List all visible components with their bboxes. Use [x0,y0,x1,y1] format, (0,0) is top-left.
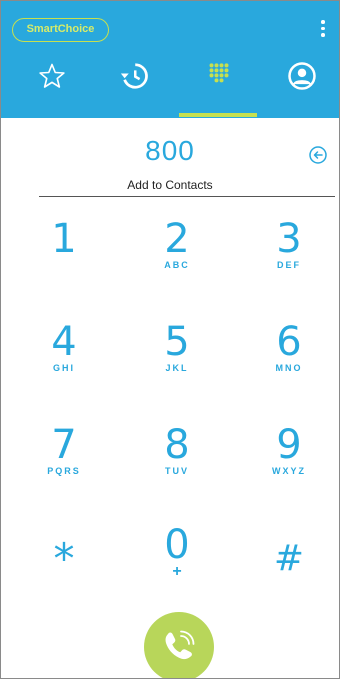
call-button[interactable] [144,612,214,678]
dialed-number: 800 [145,135,195,166]
key-3[interactable]: 3 DEF [249,219,329,299]
key-8[interactable]: 8 TUV [137,425,217,505]
tab-contacts[interactable] [287,61,327,101]
add-to-contacts-link[interactable]: Add to Contacts [1,178,339,192]
key-letters: GHI [52,363,75,373]
key-9[interactable]: 9 WXYZ [249,425,329,505]
tab-dialpad[interactable] [204,61,244,101]
key-letters: TUV [165,466,189,476]
key-digit: 6 [276,319,302,365]
key-6[interactable]: 6 MNO [249,322,329,402]
tab-favorites[interactable] [37,61,77,101]
key-letters: WXYZ [272,466,306,476]
key-letters: ABC [164,260,190,270]
dialer-screen: SmartChoice 800 Add to Contacts 1 2 ABC … [0,0,340,679]
key-letters: + [172,563,182,580]
key-2[interactable]: 2 ABC [137,219,217,299]
key-7[interactable]: 7 PQRS [24,425,104,505]
key-digit: 8 [164,422,190,468]
key-digit: 7 [51,422,77,468]
key-letters: MNO [275,363,303,373]
number-divider [39,196,335,197]
key-4[interactable]: 4 GHI [24,322,104,402]
key-letters: JKL [165,363,189,373]
more-vert-icon[interactable] [319,20,327,42]
star-icon [39,63,65,88]
key-digit: 3 [276,216,302,262]
key-0[interactable]: 0 + [137,525,217,605]
key-hash[interactable]: # [249,529,329,609]
key-letters: DEF [277,260,301,270]
key-digit: 0 [164,522,190,568]
smartchoice-button[interactable]: SmartChoice [12,18,109,42]
phone-call-icon [165,630,195,660]
key-digit: 1 [51,216,77,262]
backspace-arrow-icon[interactable] [308,145,328,165]
key-digit: 9 [276,422,302,468]
key-digit: 4 [51,319,77,365]
key-letters: PQRS [47,466,81,476]
key-digit: # [273,538,305,579]
top-bar: SmartChoice [1,1,339,118]
key-digit: 5 [164,319,190,365]
active-tab-indicator [179,113,257,117]
tab-recents[interactable] [119,61,159,101]
key-digit: * [53,534,75,583]
key-digit: 2 [164,216,190,262]
dialpad-icon [209,63,229,83]
person-circle-icon [288,62,316,90]
key-5[interactable]: 5 JKL [137,322,217,402]
key-1[interactable]: 1 [24,219,104,299]
history-icon [120,63,148,89]
key-star[interactable]: * [24,529,104,609]
